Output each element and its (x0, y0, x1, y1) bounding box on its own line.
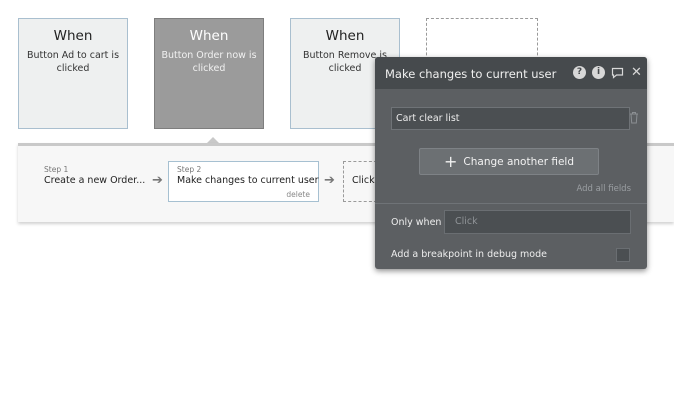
comment-icon[interactable] (611, 66, 624, 79)
change-another-field-label: Change another field (463, 155, 574, 168)
changed-field-cart[interactable]: Cart clear list (391, 107, 630, 130)
help-icon[interactable]: ? (573, 66, 586, 79)
section-divider (375, 203, 647, 204)
event-description: Button Order now is clicked (161, 50, 257, 74)
add-all-fields-link[interactable]: Add all fields (576, 184, 631, 194)
step-number: Step 1 (44, 165, 69, 174)
breakpoint-checkbox[interactable] (616, 248, 630, 262)
arrow-right-icon: ➔ (324, 173, 335, 188)
close-icon[interactable]: ✕ (630, 66, 643, 79)
panel-title: Make changes to current user (385, 67, 557, 81)
step-title: Make changes to current user (177, 175, 319, 186)
event-card-order-now[interactable]: When Button Order now is clicked (154, 18, 264, 129)
event-description: Button Ad to cart is clicked (26, 50, 120, 74)
event-when-label: When (325, 28, 365, 44)
panel-header: Make changes to current user ? i ✕ (375, 57, 647, 89)
delete-step-link[interactable]: delete (286, 190, 310, 199)
action-property-editor: Make changes to current user ? i ✕ Cart … (375, 57, 647, 269)
trash-icon[interactable] (629, 111, 639, 125)
workflow-step-1[interactable]: Step 1 Create a new Order... (44, 165, 145, 186)
panel-header-icons: ? i ✕ (573, 66, 643, 79)
arrow-right-icon: ➔ (152, 173, 163, 188)
plus-icon: + (444, 151, 458, 171)
event-card-add-to-cart[interactable]: When Button Ad to cart is clicked (18, 18, 128, 129)
workflow-step-2[interactable]: Step 2 Make changes to current user dele… (168, 161, 319, 202)
event-when-label: When (53, 28, 93, 44)
only-when-input[interactable]: Click (444, 210, 631, 234)
change-another-field-button[interactable]: + Change another field (419, 148, 599, 175)
event-when-label: When (189, 28, 229, 44)
info-icon[interactable]: i (592, 66, 605, 79)
only-when-label: Only when (391, 217, 442, 228)
step-title: Create a new Order... (44, 175, 146, 186)
step-number: Step 2 (177, 165, 202, 174)
breakpoint-label: Add a breakpoint in debug mode (391, 249, 547, 260)
